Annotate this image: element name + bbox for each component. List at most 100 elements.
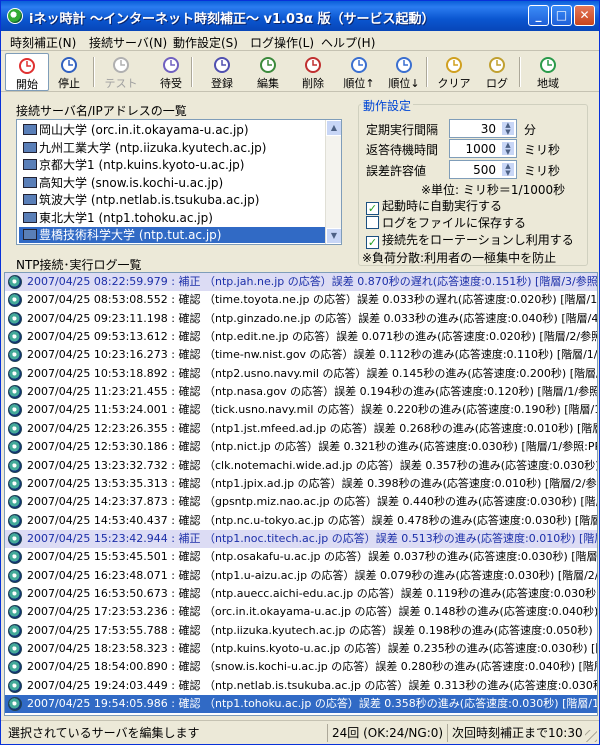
log-row[interactable]: 2007/04/25 09:53:13.612 : 確認 （ntp.edit.n…	[5, 328, 597, 346]
clear-icon	[446, 57, 462, 73]
toolbar-button-2[interactable]: 停止	[47, 53, 91, 91]
close-button[interactable]: ✕	[574, 5, 595, 26]
log-text: 2007/04/25 19:24:03.449 : 確認 （ntp.netlab…	[27, 678, 597, 692]
toolbar-label: 順位↓	[388, 77, 420, 90]
tolerance-spinner[interactable]: 500 ▲ ▼	[449, 160, 517, 179]
updown-icon[interactable]: ▲ ▼	[501, 141, 515, 156]
log-row[interactable]: 2007/04/25 11:23:21.455 : 確認 （ntp.nasa.g…	[5, 383, 597, 401]
log-row[interactable]: 2007/04/25 15:53:45.501 : 確認 （ntp.osakaf…	[5, 548, 597, 566]
log-row[interactable]: 2007/04/25 15:23:42.944 : 補正 （ntp1.noc.t…	[5, 529, 597, 549]
log-row[interactable]: 2007/04/25 16:23:48.071 : 確認 （ntp1.u-aiz…	[5, 567, 597, 585]
app-clock-icon[interactable]	[7, 8, 23, 24]
toolbar-button-1[interactable]: 開始	[5, 53, 49, 91]
updown-icon[interactable]: ▲ ▼	[501, 162, 515, 177]
toolbar-label: テスト	[104, 77, 138, 90]
log-row[interactable]: 2007/04/25 17:23:53.236 : 確認 （orc.in.it.…	[5, 603, 597, 621]
toolbar-label: 登録	[211, 77, 233, 90]
toolbar-button-10[interactable]: クリア	[432, 53, 476, 91]
globe-clock-icon	[8, 568, 22, 583]
toolbar-label: 編集	[257, 77, 279, 90]
globe-clock-icon	[8, 531, 22, 546]
toolbar-label: 地域	[537, 77, 559, 90]
log-text: 2007/04/25 16:53:50.673 : 確認 （ntp.auecc.…	[27, 586, 597, 600]
log-row[interactable]: 2007/04/25 14:23:37.873 : 確認 （gpsntp.miz…	[5, 493, 597, 511]
toolbar-button-3[interactable]: テスト	[99, 53, 143, 91]
checkmark-icon[interactable]: ✓	[366, 236, 379, 249]
menu-help[interactable]: ヘルプ(H)	[321, 34, 375, 51]
log-text: 2007/04/25 09:53:13.612 : 確認 （ntp.edit.n…	[27, 330, 597, 344]
menu-log[interactable]: ログ操作(L)	[250, 34, 314, 51]
menu-server[interactable]: 接続サーバ(N)	[89, 34, 167, 51]
server-list-scrollbar[interactable]: ▲ ▼	[325, 120, 341, 244]
maximize-button[interactable]: □	[551, 5, 572, 26]
computer-icon	[23, 176, 37, 188]
checkbox-empty-icon[interactable]	[366, 216, 379, 229]
globe-clock-icon	[8, 275, 22, 289]
globe-clock-icon	[8, 550, 22, 565]
scroll-down-icon[interactable]: ▼	[326, 228, 341, 244]
server-list-item[interactable]: 九州工業大学 (ntp.iizuka.kyutech.ac.jp)	[19, 140, 325, 156]
log-text: 2007/04/25 16:23:48.071 : 確認 （ntp1.u-aiz…	[27, 568, 597, 582]
log-row[interactable]: 2007/04/25 19:24:03.449 : 確認 （ntp.netlab…	[5, 677, 597, 695]
server-list[interactable]: 豊橋技術科学大学 (ntp.tut.ac.jp) 東北大学1 (ntp1.toho…	[16, 119, 342, 245]
log-row[interactable]: 2007/04/25 08:22:59.979 : 補正 （ntp.jah.ne…	[5, 273, 597, 292]
log-row[interactable]: 2007/04/25 17:53:55.788 : 確認 （ntp.iizuka…	[5, 622, 597, 640]
log-row[interactable]: 2007/04/25 12:23:26.355 : 確認 （ntp1.jst.m…	[5, 420, 597, 438]
server-list-item[interactable]: 岡山大学 (orc.in.it.okayama-u.ac.jp)	[19, 122, 325, 138]
scroll-up-icon[interactable]: ▲	[326, 120, 341, 136]
settings-group-label: 動作設定	[361, 97, 414, 114]
toolbar-button-5[interactable]: 登録	[200, 53, 244, 91]
log-text: 2007/04/25 08:22:59.979 : 補正 （ntp.jah.ne…	[27, 275, 597, 288]
log-row[interactable]: 2007/04/25 10:23:16.273 : 確認 （time-nw.ni…	[5, 346, 597, 364]
computer-icon	[23, 211, 37, 223]
toolbar-button-6[interactable]: 編集	[246, 53, 290, 91]
log-row[interactable]: 2007/04/25 14:53:40.437 : 確認 （ntp.nc.u-t…	[5, 512, 597, 530]
toolbar-button-11[interactable]: ログ	[475, 53, 519, 91]
server-list-item[interactable]: 筑波大学 (ntp.netlab.is.tsukuba.ac.jp)	[19, 192, 325, 208]
settings-checkbox-2[interactable]: ログをファイルに保存する	[366, 214, 526, 231]
log-list[interactable]: 2007/04/25 08:22:59.979 : 補正 （ntp.jah.ne…	[4, 272, 598, 716]
toolbar-label: クリア	[437, 77, 471, 90]
toolbar-button-7[interactable]: 削除	[291, 53, 335, 91]
server-list-item[interactable]: 高知大学 (snow.is.kochi-u.ac.jp)	[19, 175, 325, 191]
delete-icon	[305, 57, 321, 73]
menu-time-correct[interactable]: 時刻補正(N)	[10, 34, 76, 51]
register-icon	[214, 57, 230, 73]
log-text: 2007/04/25 17:23:53.236 : 確認 （orc.in.it.…	[27, 605, 597, 619]
server-list-item[interactable]: 豊橋技術科学大学 (ntp.tut.ac.jp)	[19, 227, 325, 243]
log-row[interactable]: 2007/04/25 19:54:05.986 : 確認 （ntp1.tohok…	[5, 695, 597, 714]
log-text: 2007/04/25 13:23:32.732 : 確認 （clk.notema…	[27, 458, 597, 472]
log-row[interactable]: 2007/04/25 18:23:58.323 : 確認 （ntp.kuins.…	[5, 640, 597, 658]
log-row[interactable]: 2007/04/25 08:53:08.552 : 確認 （time.toyot…	[5, 291, 597, 309]
log-row[interactable]: 2007/04/25 13:23:32.732 : 確認 （clk.notema…	[5, 457, 597, 475]
globe-clock-icon	[8, 660, 22, 675]
log-row[interactable]: 2007/04/25 13:53:35.313 : 確認 （ntp1.jpix.…	[5, 475, 597, 493]
server-list-item[interactable]: 京都大学1 (ntp.kuins.kyoto-u.ac.jp)	[19, 157, 325, 173]
log-row[interactable]: 2007/04/25 10:53:18.892 : 確認 （ntp2.usno.…	[5, 365, 597, 383]
log-row[interactable]: 2007/04/25 18:54:00.890 : 確認 （snow.is.ko…	[5, 658, 597, 676]
log-row[interactable]: 2007/04/25 11:53:24.001 : 確認 （tick.usno.…	[5, 401, 597, 419]
updown-icon[interactable]: ▲ ▼	[501, 121, 515, 136]
log-row[interactable]: 2007/04/25 12:53:30.186 : 確認 （ntp.nict.j…	[5, 438, 597, 456]
log-text: 2007/04/25 12:53:30.186 : 確認 （ntp.nict.j…	[27, 440, 597, 454]
settings-checkbox-1[interactable]: ✓ 起動時に自動実行する	[366, 197, 502, 215]
toolbar-button-4[interactable]: 待受	[149, 53, 193, 91]
toolbar-button-12[interactable]: 地域	[526, 53, 570, 91]
minimize-button[interactable]: _	[528, 5, 549, 26]
interval-spinner[interactable]: 30 ▲ ▼	[449, 119, 517, 138]
menu-settings[interactable]: 動作設定(S)	[173, 34, 238, 51]
settings-checkbox-3[interactable]: ✓ 接続先をローテーションし利用する	[366, 231, 574, 249]
log-row[interactable]: 2007/04/25 09:23:11.198 : 確認 （ntp.ginzad…	[5, 310, 597, 328]
title-bar[interactable]: iネッ時計 ～インターネット時刻補正～ v1.03α 版（サービス起動） _ □…	[1, 1, 599, 31]
resize-grip-icon[interactable]	[585, 730, 597, 742]
globe-clock-icon	[8, 642, 22, 656]
log-row[interactable]: 2007/04/25 16:53:50.673 : 確認 （ntp.auecc.…	[5, 585, 597, 603]
toolbar-button-9[interactable]: 順位↓	[382, 53, 426, 91]
checkbox-label: 起動時に自動実行する	[382, 199, 503, 213]
tolerance-value: 500	[473, 163, 496, 177]
timeout-spinner[interactable]: 1000 ▲ ▼	[449, 139, 517, 158]
toolbar-button-8[interactable]: 順位↑	[337, 53, 381, 91]
clock-stop-icon	[61, 57, 77, 73]
computer-icon	[23, 159, 37, 170]
server-list-item[interactable]: 東北大学1 (ntp1.tohoku.ac.jp)	[19, 210, 325, 226]
